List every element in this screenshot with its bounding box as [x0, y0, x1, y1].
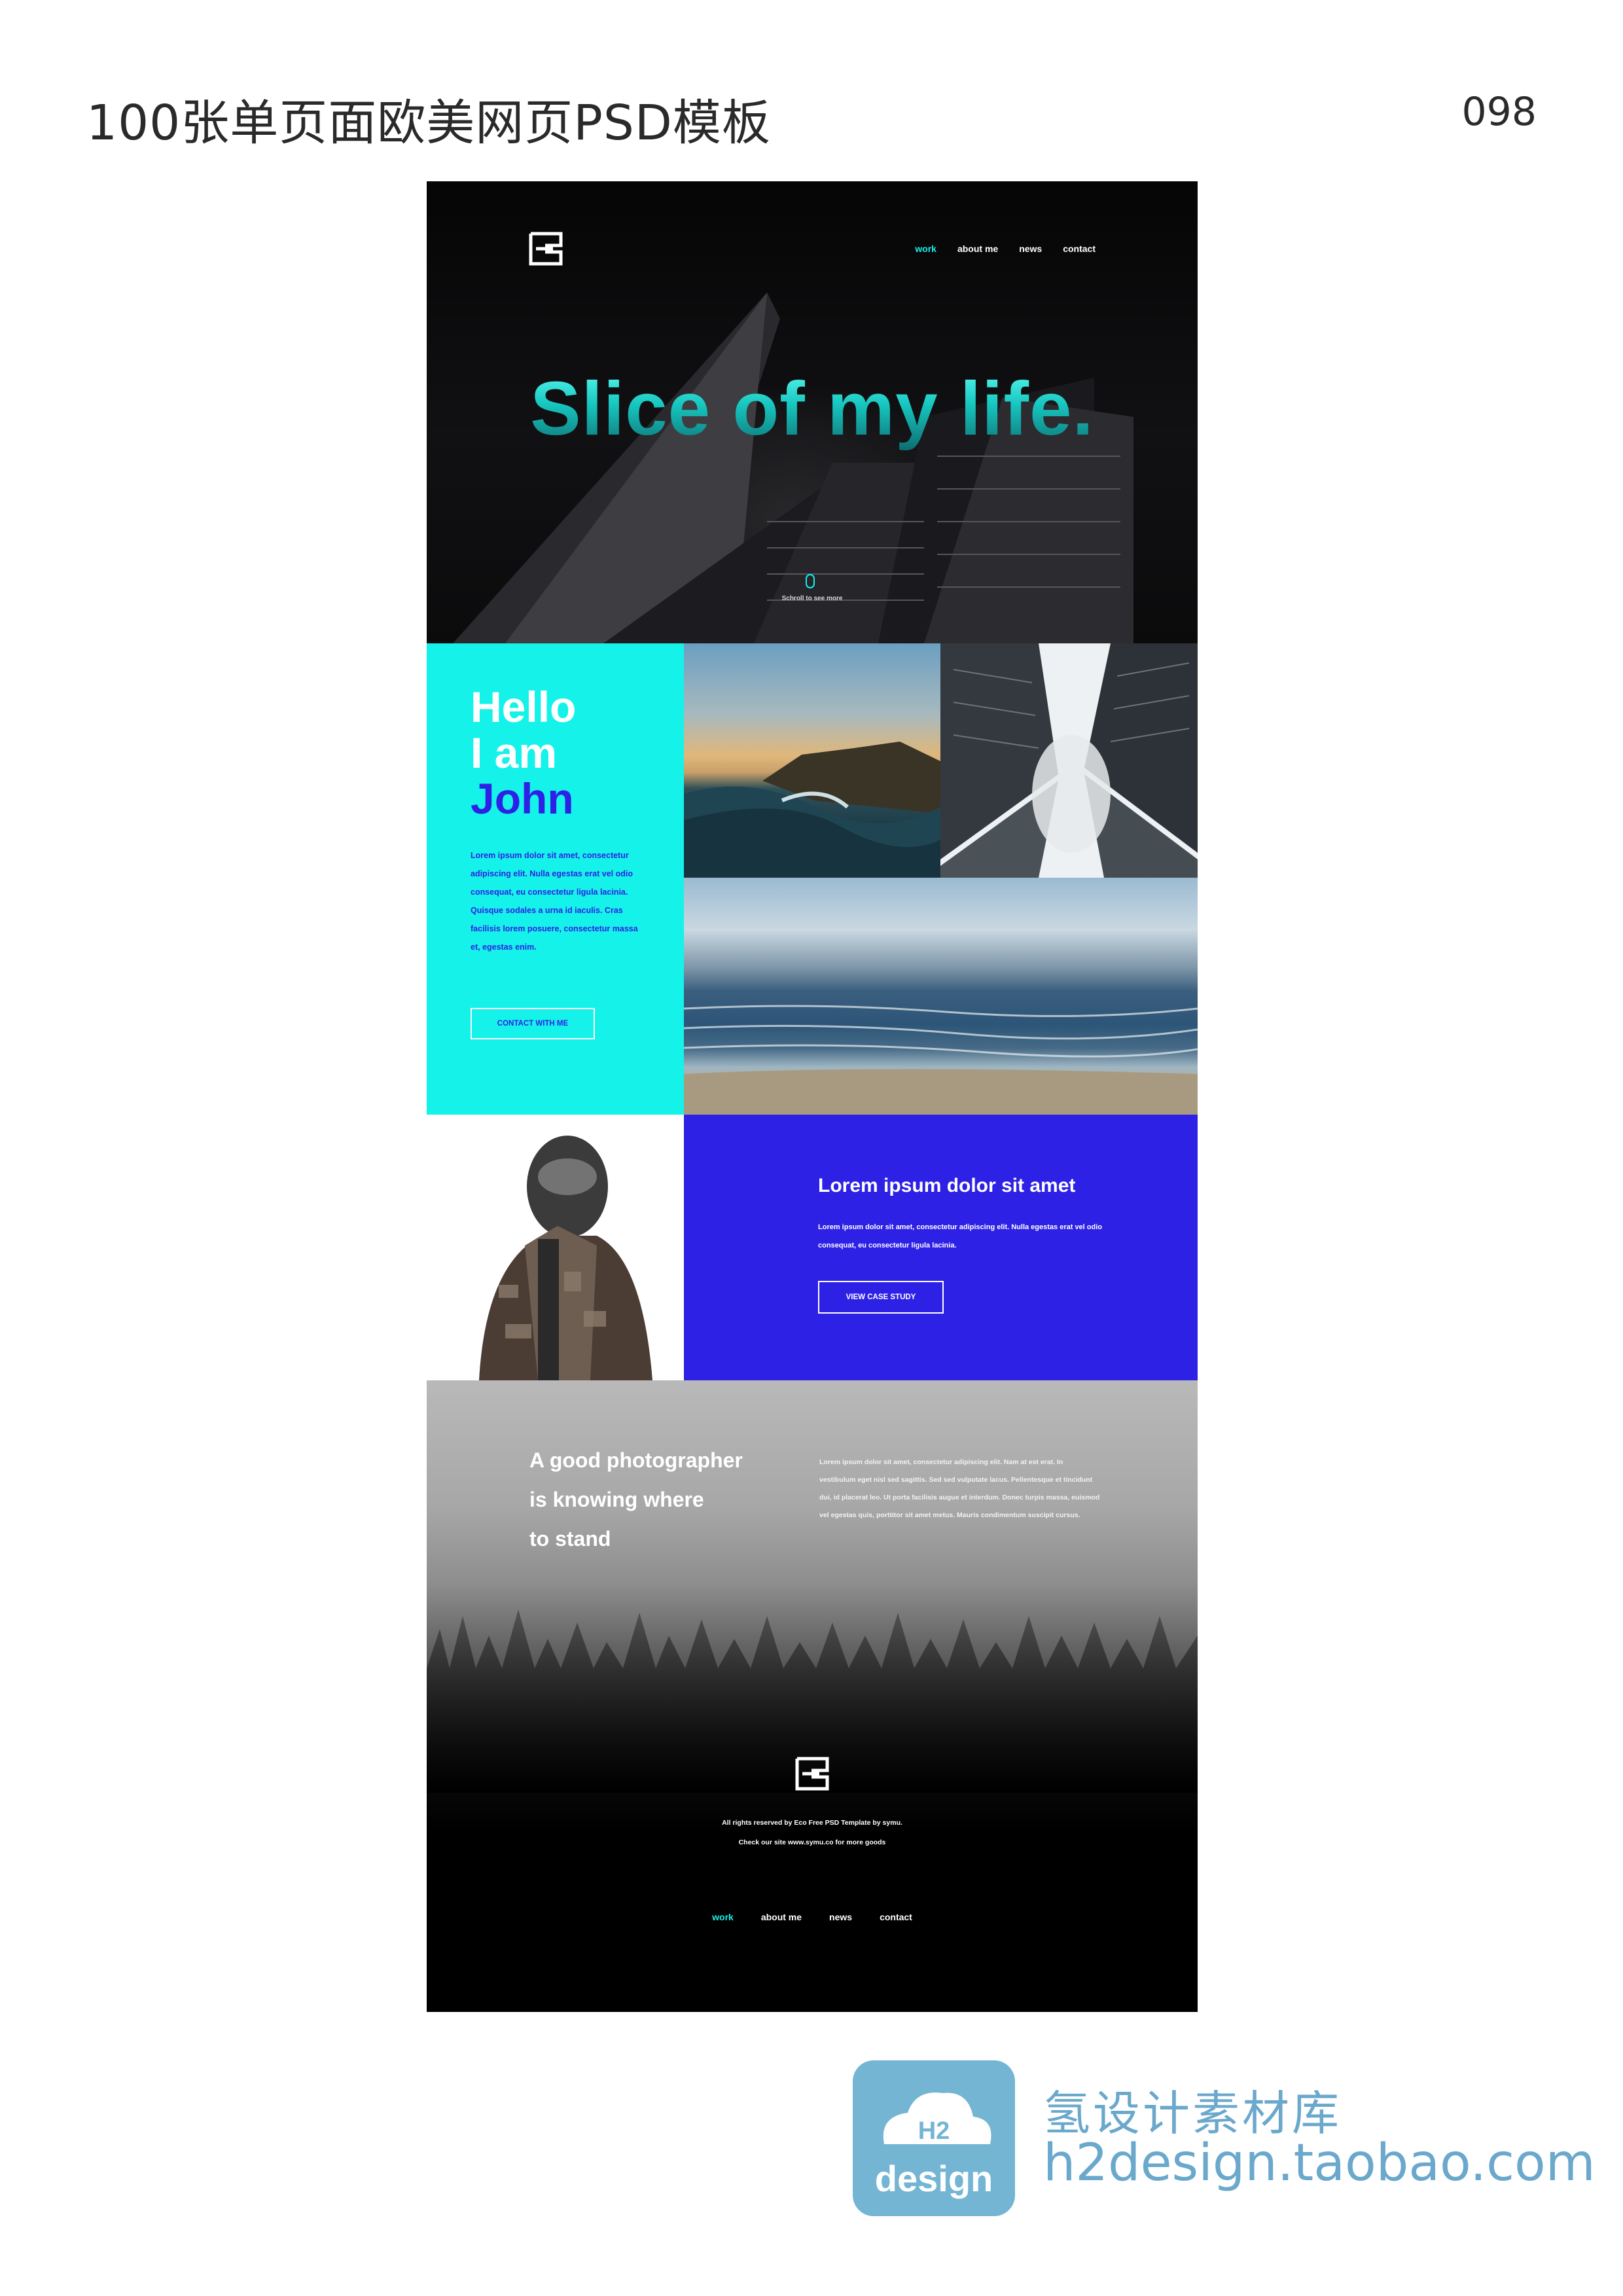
quote-line-1: A good photographer — [529, 1448, 743, 1472]
main-nav: work about me news contact — [894, 243, 1096, 254]
website-mockup: work about me news contact Slice of my l… — [427, 181, 1198, 2012]
quote-body: Lorem ipsum dolor sit amet, consectetur … — [819, 1458, 1100, 1519]
badge-text: design — [875, 2158, 993, 2199]
double-exposure-portrait — [479, 1136, 652, 1380]
cloud-icon: H2 design — [875, 2092, 993, 2199]
watermark-url[interactable]: h2design.taobao.com — [1043, 2134, 1596, 2193]
footer-nav-news[interactable]: news — [829, 1912, 852, 1922]
intro-body: Lorem ipsum dolor sit amet, consectetur … — [471, 851, 638, 952]
intro-line-1: Hello — [471, 683, 577, 731]
quote-footer-section: A good photographer is knowing where to … — [427, 1380, 1198, 2012]
hero-section: work about me news contact Slice of my l… — [427, 181, 1198, 643]
footer-nav-about-me[interactable]: about me — [761, 1912, 802, 1922]
h2design-logo: H2 design — [853, 2060, 1015, 2216]
e-logo-icon[interactable] — [528, 231, 563, 266]
hero-title: Slice of my life. — [427, 365, 1198, 452]
quote-line-2: is knowing where — [529, 1488, 704, 1511]
view-case-study-button[interactable]: VIEW CASE STUDY — [818, 1281, 944, 1314]
mouse-icon[interactable] — [806, 574, 815, 588]
nav-about-me[interactable]: about me — [957, 243, 998, 254]
towers-photo — [940, 643, 1198, 878]
nav-news[interactable]: news — [1019, 243, 1042, 254]
quote-text: A good photographer is knowing where to … — [529, 1441, 743, 1558]
footer-copyright: All rights reserved by Eco Free PSD Temp… — [722, 1819, 902, 1827]
badge-letters: H2 — [918, 2117, 950, 2145]
ocean-beach-photo — [684, 878, 1198, 1115]
intro-line-2: I am — [471, 728, 558, 777]
nav-contact[interactable]: contact — [1063, 243, 1096, 254]
sheet-title: 100张单页面欧美网页PSD模板 — [86, 95, 771, 151]
scroll-hint[interactable]: Schroll to see more — [427, 595, 1198, 602]
intro-heading: Hello I am John — [471, 684, 576, 821]
case-study-section: Lorem ipsum dolor sit amet Lorem ipsum d… — [684, 1115, 1198, 1380]
portrait-area — [427, 1115, 684, 1380]
nav-work[interactable]: work — [915, 243, 936, 254]
coast-photo — [684, 643, 940, 878]
sheet-number: 098 — [1461, 89, 1537, 135]
e-logo-icon[interactable] — [794, 1756, 830, 1791]
footer-nav-contact[interactable]: contact — [880, 1912, 912, 1922]
footer-nav-work[interactable]: work — [712, 1912, 734, 1922]
intro-name: John — [471, 774, 574, 823]
case-study-body: Lorem ipsum dolor sit amet, consectetur … — [818, 1223, 1103, 1249]
contact-button[interactable]: CONTACT WITH ME — [471, 1008, 595, 1039]
case-study-heading: Lorem ipsum dolor sit amet — [818, 1175, 1076, 1196]
footer-nav: work about me news contact — [427, 1912, 1198, 1922]
intro-section: Hello I am John Lorem ipsum dolor sit am… — [427, 643, 684, 1115]
footer-site-note: Check our site www.symu.co for more good… — [738, 1839, 886, 1846]
quote-line-3: to stand — [529, 1527, 611, 1551]
